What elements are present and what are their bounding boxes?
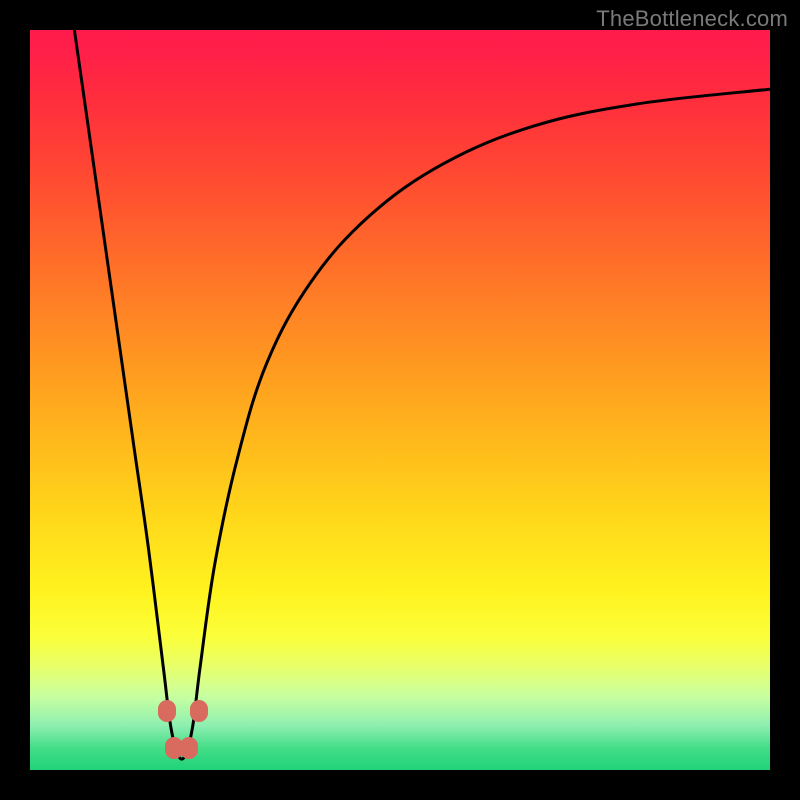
bottleneck-curve xyxy=(74,30,770,759)
curve-layer xyxy=(30,30,770,770)
data-marker xyxy=(158,700,176,722)
chart-frame: TheBottleneck.com xyxy=(0,0,800,800)
data-marker xyxy=(190,700,208,722)
watermark-text: TheBottleneck.com xyxy=(596,6,788,32)
plot-area xyxy=(30,30,770,770)
data-marker xyxy=(180,737,198,759)
